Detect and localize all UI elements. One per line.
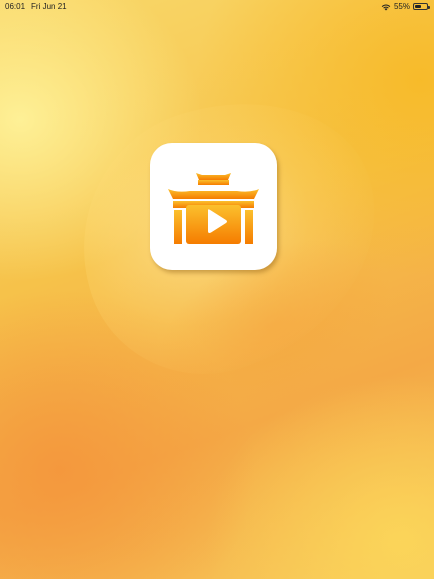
battery-icon — [413, 3, 430, 10]
status-left: 06:01 Fri Jun 21 — [5, 2, 67, 11]
status-bar: 06:01 Fri Jun 21 55% — [0, 0, 434, 14]
status-right: 55% — [381, 2, 430, 11]
status-time: 06:01 — [5, 2, 26, 11]
temple-play-icon — [168, 173, 259, 244]
battery-level-fill — [415, 5, 422, 8]
wifi-icon — [381, 4, 391, 10]
app-icon — [150, 143, 277, 270]
launch-screen: 06:01 Fri Jun 21 55% — [0, 0, 434, 579]
battery-percent: 55% — [393, 2, 410, 11]
status-date: Fri Jun 21 — [31, 2, 67, 11]
battery-cap — [428, 5, 430, 9]
